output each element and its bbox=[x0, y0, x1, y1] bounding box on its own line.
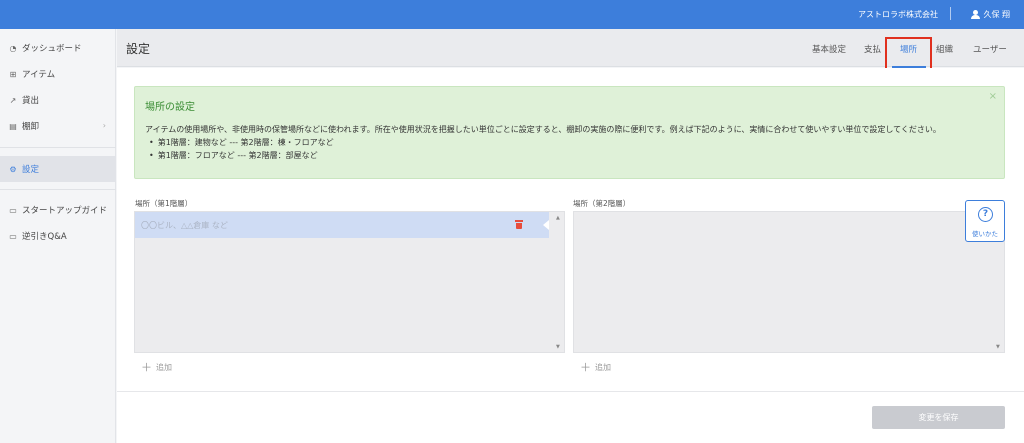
help-label: 使いかた bbox=[972, 230, 998, 238]
plus-icon: ＋ bbox=[580, 361, 591, 374]
sidebar-item-inventory[interactable]: ▤ 棚卸 › bbox=[0, 113, 116, 139]
user-icon bbox=[971, 10, 981, 19]
question-icon: ? bbox=[978, 207, 993, 222]
level2-list[interactable]: ▼ bbox=[573, 211, 1005, 353]
scroll-down-icon[interactable]: ▼ bbox=[556, 344, 560, 350]
level2-label: 場所（第2階層） bbox=[573, 199, 631, 208]
list-item: 第1階層：フロアなど --- 第2階層：部屋など bbox=[149, 150, 334, 163]
sidebar-item-label: 逆引きQ&A bbox=[22, 232, 67, 242]
add-label: 追加 bbox=[595, 362, 611, 372]
list-item: 第1階層：建物など --- 第2階層：棟・フロアなど bbox=[149, 137, 334, 150]
sidebar-item-label: 設定 bbox=[22, 165, 40, 175]
sidebar-item-label: アイテム bbox=[22, 70, 56, 80]
info-notice: 場所の設定 × アイテムの使用場所や、非使用時の保管場所などに使われます。所在や… bbox=[134, 86, 1005, 179]
sidebar-item-faq[interactable]: ▭ 逆引きQ&A bbox=[0, 223, 116, 249]
gear-icon: ⚙ bbox=[9, 164, 17, 174]
tab-organization[interactable]: 組織 bbox=[936, 43, 953, 55]
selection-caret bbox=[543, 220, 549, 230]
export-icon: ↗ bbox=[9, 95, 17, 105]
company-name: アストロラボ株式会社 bbox=[858, 10, 938, 19]
user-menu[interactable]: 久保 翔 bbox=[971, 9, 1010, 20]
chevron-right-icon: › bbox=[102, 121, 106, 130]
gauge-icon: ◔ bbox=[9, 43, 17, 53]
scroll-up-icon[interactable]: ▲ bbox=[556, 215, 560, 221]
location-name-input[interactable]: 〇〇ビル、△△倉庫 など bbox=[141, 220, 228, 231]
sidebar-item-label: ダッシュボード bbox=[22, 44, 82, 54]
sidebar-item-lending[interactable]: ↗ 貸出 bbox=[0, 87, 116, 113]
trash-icon[interactable] bbox=[515, 220, 523, 229]
level1-add-button[interactable]: ＋ 追加 bbox=[141, 359, 172, 375]
sidebar-item-label: 棚卸 bbox=[22, 122, 40, 132]
sidebar-item-label: スタートアップガイド bbox=[22, 206, 108, 216]
plus-icon: ＋ bbox=[141, 361, 152, 374]
tab-users[interactable]: ユーザー bbox=[973, 43, 1007, 55]
tab-basic-settings[interactable]: 基本設定 bbox=[812, 43, 846, 55]
topbar-divider bbox=[950, 7, 951, 20]
sidebar-item-settings[interactable]: ⚙ 設定 bbox=[0, 156, 116, 182]
sidebar: ◔ ダッシュボード ⊞ アイテム ↗ 貸出 ▤ 棚卸 › ⚙ 設定 ▭ スタート… bbox=[0, 29, 116, 443]
notice-example-list: 第1階層：建物など --- 第2階層：棟・フロアなど 第1階層：フロアなど --… bbox=[149, 137, 334, 163]
tab-payment[interactable]: 支払 bbox=[864, 43, 881, 55]
sidebar-item-label: 貸出 bbox=[22, 96, 40, 106]
page-title: 設定 bbox=[126, 42, 151, 56]
save-button[interactable]: 変更を保存 bbox=[872, 406, 1005, 429]
main-content: 場所の設定 × アイテムの使用場所や、非使用時の保管場所などに使われます。所在や… bbox=[117, 68, 1024, 443]
add-label: 追加 bbox=[156, 362, 172, 372]
level2-add-button[interactable]: ＋ 追加 bbox=[580, 359, 611, 375]
sidebar-divider bbox=[0, 189, 116, 190]
box-icon: ⊞ bbox=[9, 69, 17, 79]
sidebar-item-items[interactable]: ⊞ アイテム bbox=[0, 61, 116, 87]
book-icon: ▭ bbox=[9, 205, 17, 215]
top-bar: アストロラボ株式会社 久保 翔 bbox=[0, 0, 1024, 29]
sidebar-item-startup-guide[interactable]: ▭ スタートアップガイド bbox=[0, 197, 116, 223]
list-item[interactable]: 〇〇ビル、△△倉庫 など bbox=[135, 212, 549, 238]
sidebar-divider bbox=[0, 147, 116, 148]
sidebar-item-dashboard[interactable]: ◔ ダッシュボード bbox=[0, 35, 116, 61]
close-icon[interactable]: × bbox=[989, 91, 997, 102]
clipboard-icon: ▤ bbox=[9, 121, 17, 131]
notice-body: アイテムの使用場所や、非使用時の保管場所などに使われます。所在や使用状況を把握し… bbox=[145, 125, 941, 134]
notice-title: 場所の設定 bbox=[145, 102, 195, 113]
user-name: 久保 翔 bbox=[983, 10, 1010, 19]
book-icon: ▭ bbox=[9, 231, 17, 241]
footer-divider bbox=[117, 391, 1024, 392]
scroll-down-icon[interactable]: ▼ bbox=[996, 344, 1000, 350]
level1-label: 場所（第1階層） bbox=[135, 199, 193, 208]
help-button[interactable]: ? 使いかた bbox=[965, 200, 1005, 242]
level1-list[interactable]: 〇〇ビル、△△倉庫 など ▲ ▼ bbox=[134, 211, 565, 353]
